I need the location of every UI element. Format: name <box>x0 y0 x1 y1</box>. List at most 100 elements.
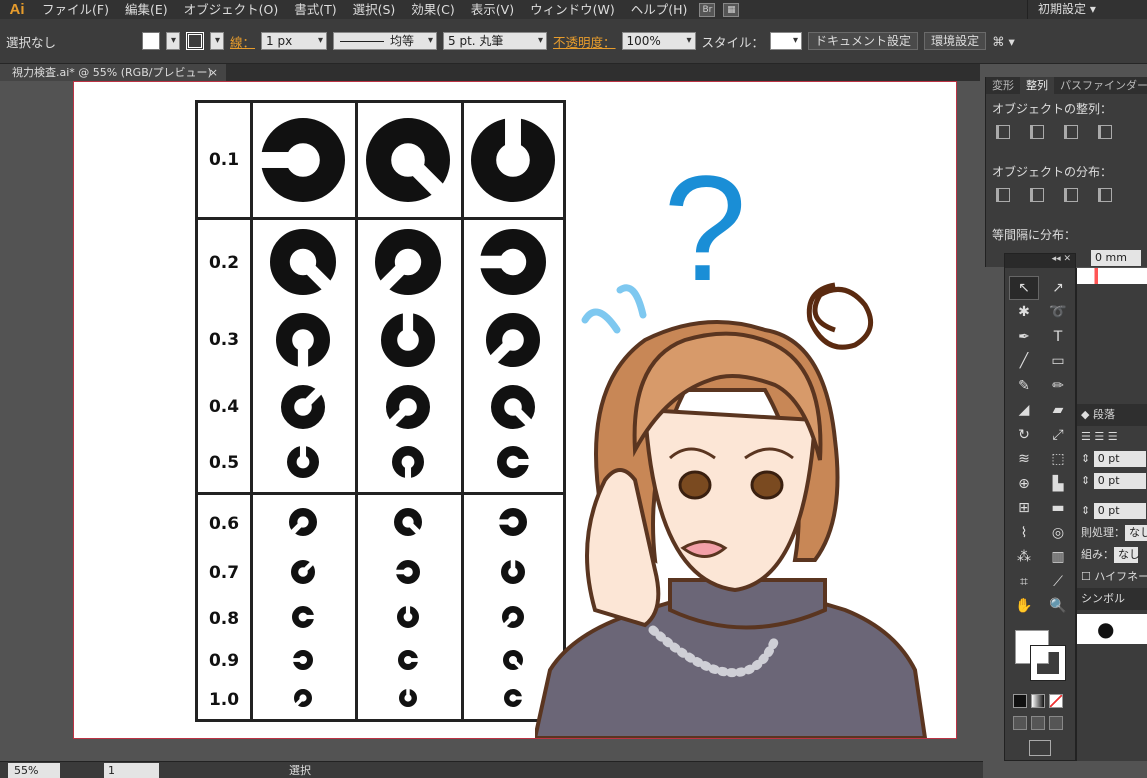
hand-tool-icon[interactable]: ✋ <box>1009 595 1039 619</box>
menu-object[interactable]: オブジェクト(O) <box>176 0 287 19</box>
free-transform-tool-icon[interactable]: ⬚ <box>1043 448 1073 472</box>
mesh-tool-icon[interactable]: ⊞ <box>1009 497 1039 521</box>
fill-dropdown[interactable] <box>166 32 180 50</box>
zoom-select[interactable]: 55% <box>8 762 60 778</box>
pen-tool-icon[interactable]: ✒ <box>1009 325 1039 349</box>
rectangle-tool-icon[interactable]: ▭ <box>1043 350 1073 374</box>
indent-input-2[interactable]: 0 pt <box>1093 473 1146 489</box>
menu-select[interactable]: 選択(S) <box>345 0 404 19</box>
symbols-tab-label: シンボル <box>1081 592 1125 605</box>
indent-input-1[interactable]: 0 pt <box>1093 451 1146 467</box>
tab-transform[interactable]: 変形 <box>986 77 1020 94</box>
menu-view[interactable]: 表示(V) <box>463 0 522 19</box>
menu-file[interactable]: ファイル(F) <box>34 0 117 19</box>
tab-symbols[interactable]: シンボル <box>1077 588 1147 610</box>
arrange-documents-icon[interactable]: ▦ <box>723 2 740 17</box>
menu-edit[interactable]: 編集(E) <box>117 0 176 19</box>
draw-behind-icon[interactable] <box>1031 716 1045 730</box>
slice-tool-icon[interactable]: ⟋ <box>1043 570 1073 594</box>
eraser-tool-icon[interactable]: ▰ <box>1043 399 1073 423</box>
color-icon[interactable] <box>1013 694 1027 708</box>
menu-effect[interactable]: 効果(C) <box>403 0 462 19</box>
status-tool[interactable]: 選択 <box>289 762 311 778</box>
gradient-tool-icon[interactable]: ▬ <box>1043 497 1073 521</box>
artboard-navigator[interactable]: 1 <box>104 762 159 778</box>
symbol-sprayer-tool-icon[interactable]: ⁂ <box>1009 546 1039 570</box>
landolt-gap <box>394 569 408 575</box>
app-logo: Ai <box>9 1 25 18</box>
menu-help[interactable]: ヘルプ(H) <box>623 0 696 19</box>
indent-row-2: ⇕ 0 pt <box>1077 470 1147 492</box>
panel-tabs: 変形 整列 パスファインダー <box>986 77 1147 94</box>
none-icon[interactable] <box>1049 694 1063 708</box>
document-tabbar: 視力検査.ai* @ 55% (RGB/プレビュー) × <box>0 64 980 81</box>
direct-selection-tool-icon[interactable]: ↗ <box>1043 276 1073 300</box>
hyphenation-option[interactable]: ☐ ハイフネーシ <box>1077 566 1147 588</box>
width-tool-icon[interactable]: ≋ <box>1009 448 1039 472</box>
align-center-icon[interactable] <box>1030 125 1044 139</box>
transform-icon[interactable]: ⌘ ▾ <box>992 34 1015 49</box>
paintbrush-tool-icon[interactable]: ✎ <box>1009 374 1039 398</box>
zoom-tool-icon[interactable]: 🔍 <box>1043 595 1073 619</box>
align-text-icons[interactable]: ☰ ☰ ☰ <box>1077 426 1147 448</box>
screen-mode-icon[interactable] <box>1029 740 1051 756</box>
stroke-swatch[interactable] <box>186 32 204 50</box>
stroke-label[interactable]: 線： <box>230 32 255 51</box>
menu-window[interactable]: ウィンドウ(W) <box>522 0 623 19</box>
tab-paragraph[interactable]: ◆ 段落 <box>1077 404 1147 426</box>
align-top-icon[interactable] <box>1098 125 1112 139</box>
stroke-box[interactable] <box>1030 645 1066 681</box>
spacing-input[interactable]: 0 mm <box>1091 250 1141 266</box>
workspace-switcher[interactable]: 初期設定 ▾ <box>1027 0 1147 19</box>
blend-tool-icon[interactable]: ◎ <box>1043 521 1073 545</box>
align-left-icon[interactable] <box>996 125 1010 139</box>
shape-builder-tool-icon[interactable]: ⊕ <box>1009 472 1039 496</box>
tab-pathfinder[interactable]: パスファインダー <box>1054 77 1147 94</box>
document-tab[interactable]: 視力検査.ai* @ 55% (RGB/プレビュー) × <box>0 64 226 81</box>
column-graph-tool-icon[interactable]: ▥ <box>1043 546 1073 570</box>
distribute-bottom-icon[interactable] <box>1064 188 1078 202</box>
perspective-grid-tool-icon[interactable]: ▙ <box>1043 472 1073 496</box>
line-tool-icon[interactable]: ╱ <box>1009 350 1039 374</box>
draw-inside-icon[interactable] <box>1049 716 1063 730</box>
bridge-icon[interactable]: Br <box>699 2 716 17</box>
toolbox-collapse-icon[interactable]: ◂◂ ✕ <box>1005 254 1075 268</box>
magic-wand-tool-icon[interactable]: ✱ <box>1009 301 1039 325</box>
rotate-tool-icon[interactable]: ↻ <box>1009 423 1039 447</box>
brush-preview[interactable]: ● <box>1077 614 1147 644</box>
gradient-icon[interactable] <box>1031 694 1045 708</box>
kinsoku-select[interactable]: なし <box>1125 525 1147 541</box>
artboard-tool-icon[interactable]: ⌗ <box>1009 570 1039 594</box>
style-dropdown[interactable] <box>770 32 803 50</box>
indent-row-1: ⇕ 0 pt <box>1077 448 1147 470</box>
mojikumi-select[interactable]: なし <box>1114 547 1140 563</box>
indent-input-3[interactable]: 0 pt <box>1093 503 1146 519</box>
lasso-tool-icon[interactable]: ➰ <box>1043 301 1073 325</box>
fill-swatch[interactable] <box>142 32 160 50</box>
swatch-strip[interactable] <box>1077 268 1147 284</box>
preferences-button[interactable]: 環境設定 <box>924 32 987 50</box>
menu-type[interactable]: 書式(T) <box>286 0 344 19</box>
distribute-left-icon[interactable] <box>1098 188 1112 202</box>
document-setup-button[interactable]: ドキュメント設定 <box>808 32 919 50</box>
kinsoku-row: 則処理： なし <box>1077 522 1147 544</box>
brush-definition[interactable]: 5 pt. 丸筆 <box>443 32 548 50</box>
stroke-weight-select[interactable]: 1 px <box>261 32 328 50</box>
distribute-top-icon[interactable] <box>996 188 1010 202</box>
draw-normal-icon[interactable] <box>1013 716 1027 730</box>
scale-tool-icon[interactable]: ⤢ <box>1043 423 1073 447</box>
opacity-select[interactable]: 100% <box>621 32 696 50</box>
type-tool-icon[interactable]: T <box>1043 325 1073 349</box>
stroke-dropdown[interactable] <box>210 32 224 50</box>
tab-align[interactable]: 整列 <box>1020 77 1054 94</box>
align-right-icon[interactable] <box>1064 125 1078 139</box>
variable-width-profile[interactable]: 均等 <box>333 32 438 50</box>
close-icon[interactable]: × <box>209 64 218 81</box>
distribute-center-icon[interactable] <box>1030 188 1044 202</box>
eyedropper-tool-icon[interactable]: ⌇ <box>1009 521 1039 545</box>
landolt-gap <box>303 614 316 620</box>
opacity-label[interactable]: 不透明度： <box>553 32 616 51</box>
selection-tool-icon[interactable]: ↖ <box>1009 276 1039 300</box>
blob-brush-tool-icon[interactable]: ◢ <box>1009 399 1039 423</box>
pencil-tool-icon[interactable]: ✏ <box>1043 374 1073 398</box>
